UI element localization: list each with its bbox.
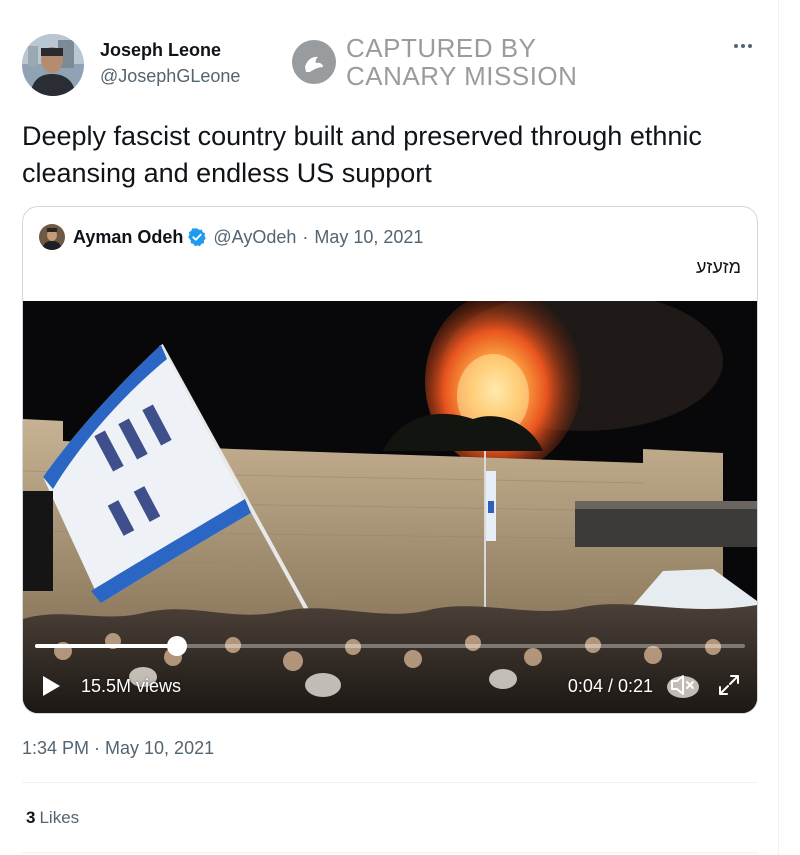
fullscreen-icon[interactable]: [717, 673, 741, 697]
likes-count: 3: [26, 808, 36, 827]
volume-muted-icon[interactable]: [669, 673, 697, 697]
author-avatar[interactable]: [22, 34, 84, 96]
quoted-tweet-text: מזעזע: [696, 257, 741, 277]
quoted-tweet-header: Ayman Odeh @AyOdeh · May 10, 2021: [39, 224, 423, 250]
likes-link[interactable]: 3 Likes: [26, 808, 79, 828]
canary-bird-icon: [292, 40, 336, 84]
video-player[interactable]: 15.5M views 0:04 / 0:21: [23, 301, 757, 713]
likes-label: Likes: [39, 808, 80, 827]
progress-fill: [35, 644, 177, 648]
quoted-author-avatar[interactable]: [39, 224, 65, 250]
quoted-tweet-card[interactable]: Ayman Odeh @AyOdeh · May 10, 2021 מזעזע: [22, 206, 758, 714]
divider: [22, 852, 758, 853]
quoted-author-handle[interactable]: @AyOdeh: [213, 227, 296, 248]
quoted-separator: ·: [302, 226, 309, 247]
more-horizontal-icon[interactable]: [734, 44, 752, 48]
quoted-date[interactable]: May 10, 2021: [314, 227, 423, 248]
right-border: [778, 0, 779, 855]
video-frame: [23, 301, 757, 713]
progress-scrubber[interactable]: [167, 636, 187, 656]
play-icon[interactable]: [41, 675, 61, 697]
author-name[interactable]: Joseph Leone: [100, 40, 221, 61]
divider: [22, 782, 758, 783]
watermark-line-2: CANARY MISSION: [346, 61, 578, 91]
quoted-author-name[interactable]: Ayman Odeh: [73, 227, 183, 248]
view-count: 15.5M views: [81, 676, 182, 696]
tweet-timestamp[interactable]: 1:34 PM · May 10, 2021: [22, 738, 214, 759]
tweet-text: Deeply fascist country built and preserv…: [22, 121, 702, 188]
watermark-line-1: CAPTURED BY: [346, 33, 537, 63]
watermark: CAPTURED BY CANARY MISSION: [292, 34, 577, 90]
verified-badge-icon: [187, 227, 207, 247]
video-time: 0:04 / 0:21: [567, 676, 653, 696]
progress-bar[interactable]: [35, 636, 745, 656]
author-handle[interactable]: @JosephGLeone: [100, 66, 240, 87]
